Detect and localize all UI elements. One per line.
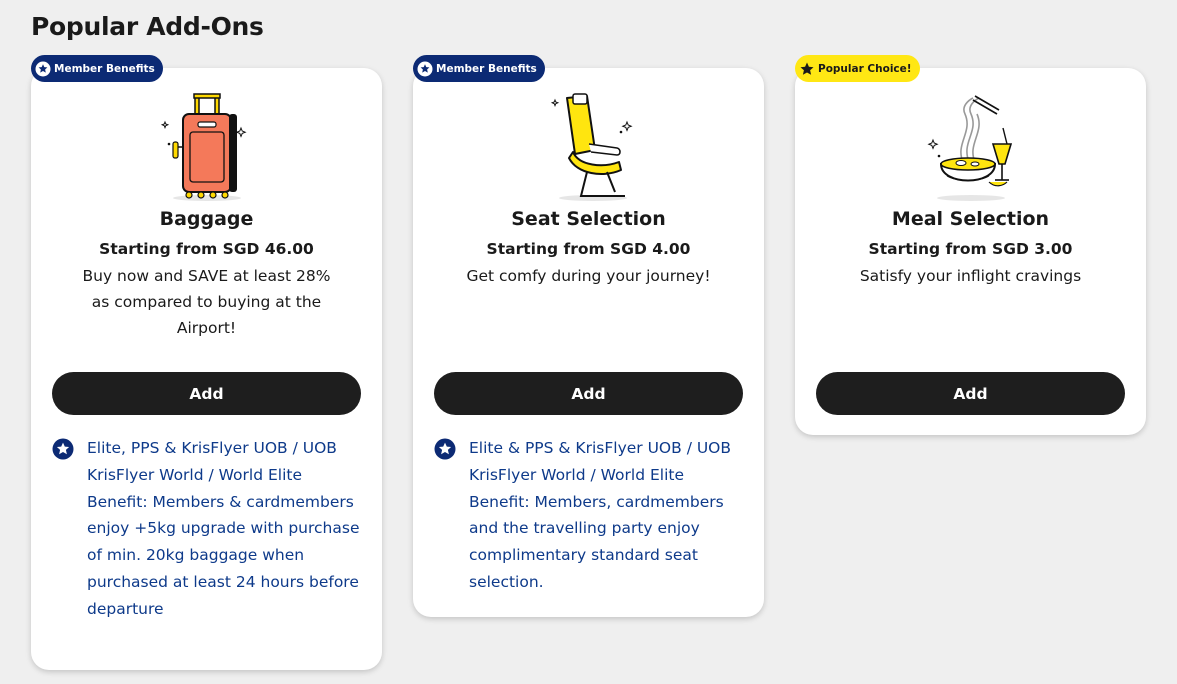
addon-card-seat-selection: Member Benefits Seat Selection Starting … — [413, 55, 764, 617]
member-benefit-note: Elite & PPS & KrisFlyer UOB / UOB KrisFl… — [434, 435, 748, 596]
noodle-bowl-icon — [911, 92, 1031, 204]
star-circle-icon — [35, 61, 51, 77]
star-circle-icon — [52, 438, 74, 460]
benefit-text: Elite, PPS & KrisFlyer UOB / UOB KrisFly… — [87, 439, 360, 618]
badge-label: Popular Choice! — [818, 62, 912, 75]
add-meal-button[interactable]: Add — [816, 372, 1125, 415]
star-circle-icon — [434, 438, 456, 460]
suitcase-icon — [147, 92, 267, 204]
badge-label: Member Benefits — [436, 62, 537, 75]
badge-label: Member Benefits — [54, 62, 155, 75]
card-title: Meal Selection — [891, 208, 1050, 230]
add-baggage-button[interactable]: Add — [52, 372, 361, 415]
addon-card-baggage: Member Benefits Baggage Starting from SG… — [31, 55, 382, 670]
seat-icon — [529, 92, 649, 204]
card-description: Satisfy your inflight cravings — [859, 267, 1082, 285]
card-price: Starting from SGD 4.00 — [486, 240, 691, 258]
card-price: Starting from SGD 3.00 — [868, 240, 1073, 258]
add-seat-button[interactable]: Add — [434, 372, 743, 415]
member-benefits-badge: Member Benefits — [413, 55, 545, 82]
popular-choice-badge: Popular Choice! — [795, 55, 920, 82]
member-benefit-note: Elite, PPS & KrisFlyer UOB / UOB KrisFly… — [52, 435, 366, 623]
page-title: Popular Add-Ons — [31, 12, 264, 41]
card-description: Get comfy during your journey! — [466, 267, 711, 285]
card-title: Baggage — [159, 208, 254, 230]
addon-card-meal-selection: Popular Choice! Meal Selection Starting … — [795, 55, 1146, 435]
card-title: Seat Selection — [511, 208, 666, 230]
benefit-text: Elite & PPS & KrisFlyer UOB / UOB KrisFl… — [469, 439, 732, 591]
card-description: Buy now and SAVE at least 28% as compare… — [82, 267, 331, 337]
member-benefits-badge: Member Benefits — [31, 55, 163, 82]
star-icon — [799, 61, 815, 77]
star-circle-icon — [417, 61, 433, 77]
card-price: Starting from SGD 46.00 — [99, 240, 314, 258]
